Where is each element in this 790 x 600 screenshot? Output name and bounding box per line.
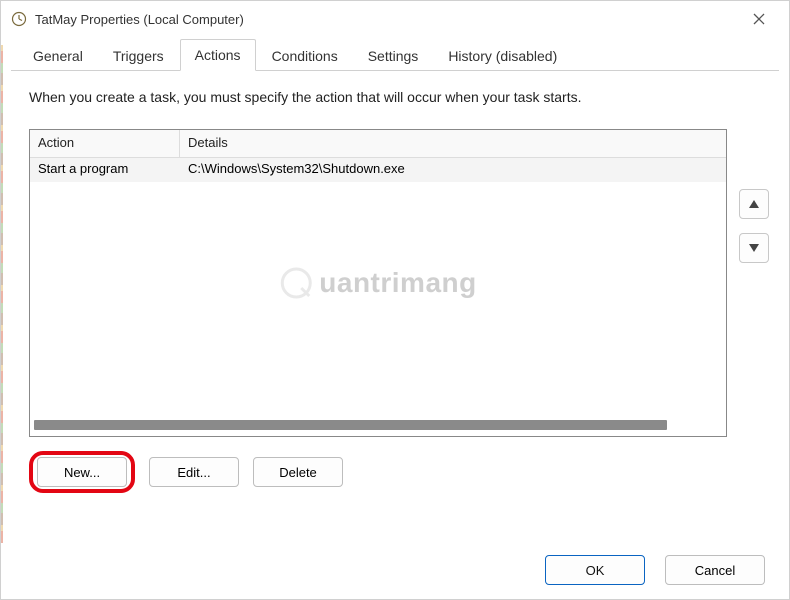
move-up-button[interactable] — [739, 189, 769, 219]
list-header: Action Details — [30, 130, 726, 158]
list-row[interactable]: Start a program C:\Windows\System32\Shut… — [30, 158, 726, 182]
delete-button[interactable]: Delete — [253, 457, 343, 487]
ok-button[interactable]: OK — [545, 555, 645, 585]
tab-actions[interactable]: Actions — [180, 39, 256, 71]
cell-details: C:\Windows\System32\Shutdown.exe — [180, 158, 726, 182]
tab-general[interactable]: General — [19, 41, 97, 71]
close-button[interactable] — [739, 5, 779, 33]
watermark-text: uantrimang — [319, 267, 476, 299]
edit-button[interactable]: Edit... — [149, 457, 239, 487]
decorative-strip — [1, 45, 3, 543]
tab-triggers[interactable]: Triggers — [99, 41, 178, 71]
new-button[interactable]: New... — [37, 457, 127, 487]
titlebar: TatMay Properties (Local Computer) — [1, 1, 789, 37]
triangle-down-icon — [749, 244, 759, 252]
highlight-new: New... — [29, 451, 135, 493]
tab-bar: General Triggers Actions Conditions Sett… — [11, 37, 779, 71]
action-button-row: New... Edit... Delete — [29, 451, 769, 493]
scrollbar-thumb[interactable] — [34, 420, 667, 430]
triangle-up-icon — [749, 200, 759, 208]
reorder-buttons — [739, 129, 769, 437]
window-title: TatMay Properties (Local Computer) — [35, 12, 739, 27]
dialog-footer: OK Cancel — [545, 555, 765, 585]
clock-icon — [11, 11, 27, 27]
move-down-button[interactable] — [739, 233, 769, 263]
cell-action: Start a program — [30, 158, 180, 182]
tab-history[interactable]: History (disabled) — [434, 41, 571, 71]
instruction-text: When you create a task, you must specify… — [29, 89, 769, 105]
task-properties-window: TatMay Properties (Local Computer) Gener… — [0, 0, 790, 600]
actions-list-area: Action Details Start a program C:\Window… — [29, 129, 769, 437]
tab-conditions[interactable]: Conditions — [258, 41, 352, 71]
watermark: uantrimang — [279, 266, 476, 300]
tab-settings[interactable]: Settings — [354, 41, 433, 71]
cancel-button[interactable]: Cancel — [665, 555, 765, 585]
column-header-action[interactable]: Action — [30, 130, 180, 157]
column-header-details[interactable]: Details — [180, 130, 726, 157]
horizontal-scrollbar[interactable] — [34, 418, 722, 432]
tab-content: When you create a task, you must specify… — [1, 71, 789, 503]
actions-listbox[interactable]: Action Details Start a program C:\Window… — [29, 129, 727, 437]
close-icon — [753, 13, 765, 25]
watermark-q-icon — [279, 266, 313, 300]
